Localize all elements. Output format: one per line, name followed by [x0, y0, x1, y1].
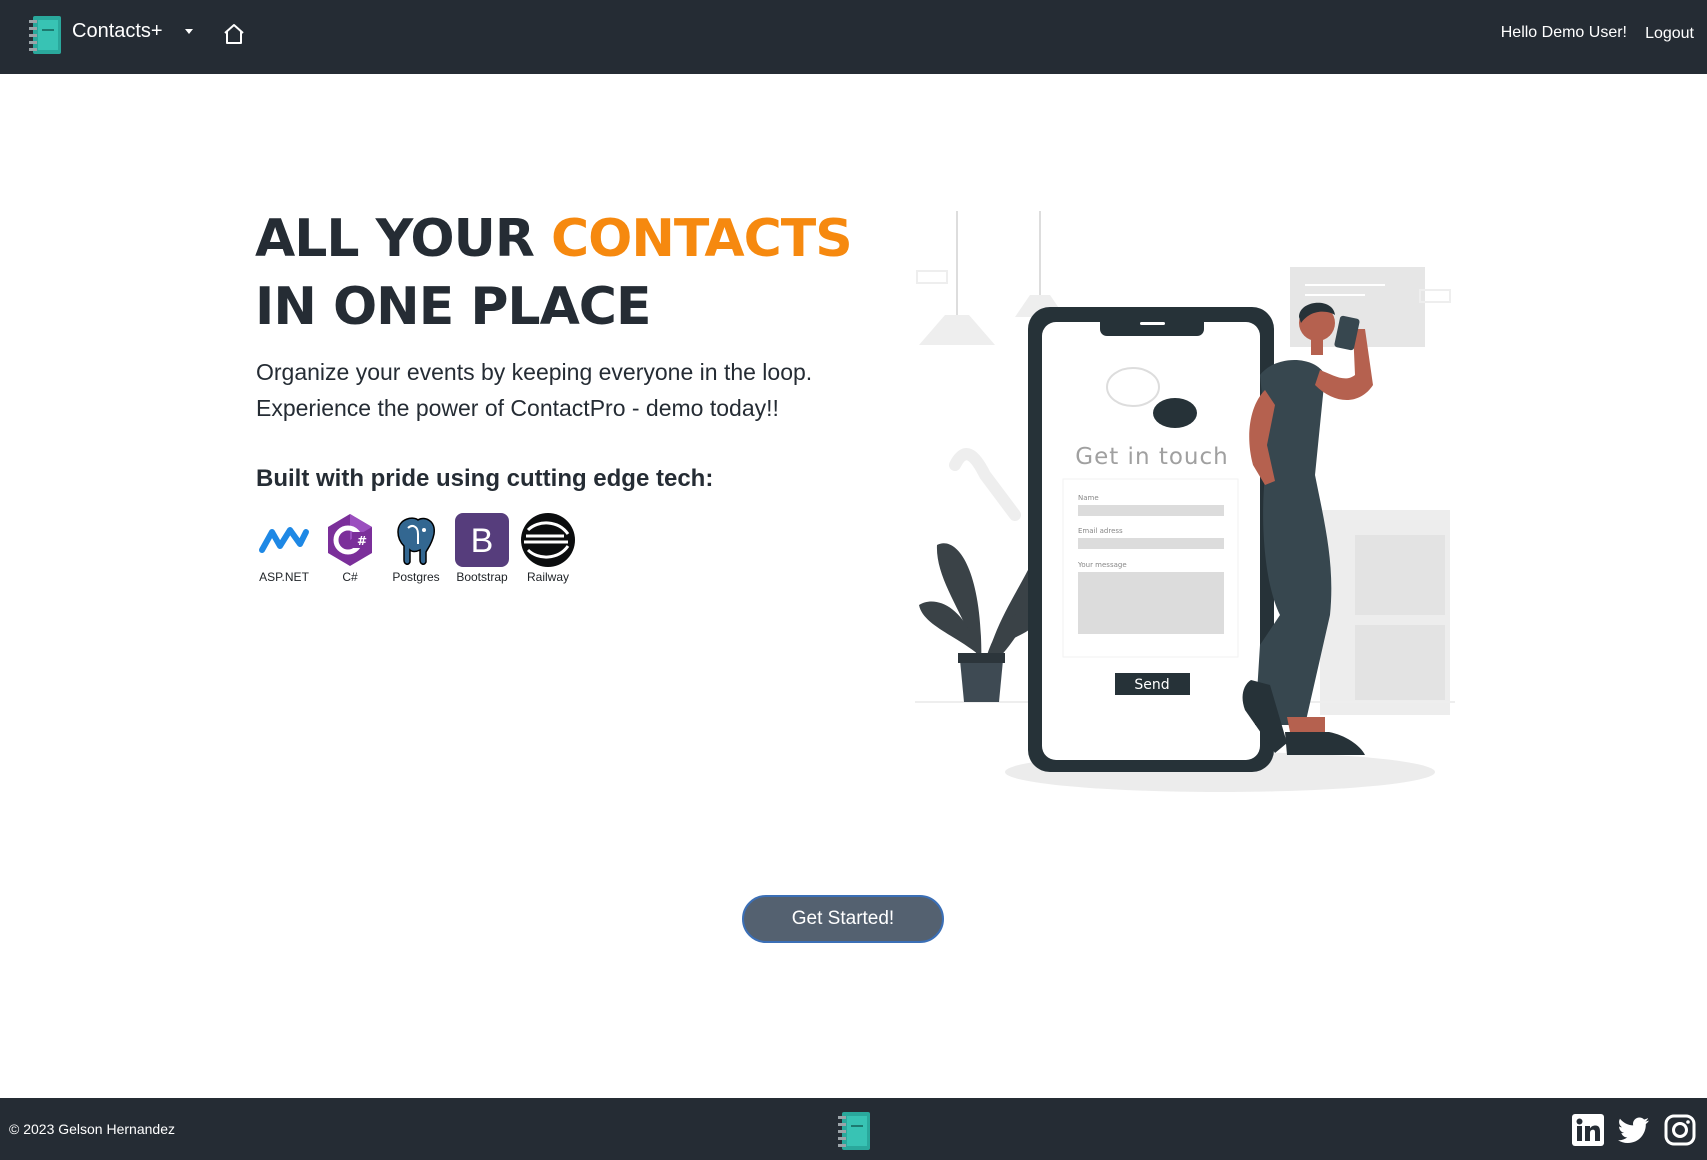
footer: © 2023 Gelson Hernandez: [0, 1098, 1707, 1160]
hero-title-part1: ALL YOUR: [255, 209, 551, 269]
tech-heading: Built with pride using cutting edge tech…: [256, 465, 714, 492]
home-icon[interactable]: [222, 22, 246, 46]
illustration-field-email: Email adress: [1078, 527, 1123, 535]
tech-label: Bootstrap: [456, 570, 508, 584]
brand-name[interactable]: Contacts+: [72, 20, 163, 43]
hero-title-accent: CONTACTS: [551, 209, 853, 269]
linkedin-icon[interactable]: [1571, 1113, 1605, 1147]
hero-subtitle-line2: Experience the power of ContactPro - dem…: [256, 395, 779, 421]
tech-item-csharp: # C#: [322, 512, 378, 584]
tech-item-bootstrap: B Bootstrap: [454, 512, 510, 584]
address-book-logo-icon[interactable]: [29, 15, 64, 55]
tech-item-aspnet: ASP.NET: [256, 512, 312, 584]
illustration-send: Send: [1134, 677, 1169, 693]
social-links: [1571, 1113, 1697, 1147]
tech-label: ASP.NET: [259, 570, 309, 584]
tech-stack-list: ASP.NET # C# Postgres B Bootstrap Railwa…: [256, 512, 576, 584]
hero-subtitle-line1: Organize your events by keeping everyone…: [256, 359, 813, 385]
user-greeting: Hello Demo User!: [1500, 24, 1627, 41]
logout-link[interactable]: Logout: [1645, 25, 1694, 43]
tech-item-postgres: Postgres: [388, 512, 444, 584]
illustration-field-message: Your message: [1077, 561, 1127, 569]
top-navbar: Contacts+ Hello Demo User! Logout: [0, 0, 1707, 74]
illustration-field-name: Name: [1078, 494, 1099, 502]
get-started-button[interactable]: Get Started!: [742, 895, 944, 943]
tech-item-railway: Railway: [520, 512, 576, 584]
hero-title: ALL YOUR CONTACTS IN ONE PLACE: [255, 205, 895, 341]
tech-label: C#: [342, 570, 358, 584]
instagram-icon[interactable]: [1663, 1113, 1697, 1147]
railway-icon: [521, 513, 575, 567]
hero-subtitle: Organize your events by keeping everyone…: [256, 354, 876, 426]
csharp-icon: #: [328, 514, 372, 566]
aspnet-icon: [259, 527, 309, 553]
address-book-logo-icon: [838, 1112, 870, 1150]
svg-text:#: #: [357, 534, 367, 548]
tech-label: Postgres: [392, 570, 440, 584]
illustration-heading: Get in touch: [1075, 444, 1228, 470]
tech-label: Railway: [526, 570, 569, 584]
twitter-icon[interactable]: [1617, 1113, 1651, 1147]
postgres-icon: [397, 517, 435, 565]
hero-title-part2: IN ONE PLACE: [255, 277, 651, 337]
bootstrap-icon: B: [455, 513, 509, 567]
dropdown-caret-icon[interactable]: [185, 29, 193, 34]
get-in-touch-illustration: Get in touch Name Email adress Your mess…: [915, 211, 1455, 792]
svg-text:B: B: [471, 522, 494, 560]
copyright-text: © 2023 Gelson Hernandez: [9, 1121, 175, 1137]
